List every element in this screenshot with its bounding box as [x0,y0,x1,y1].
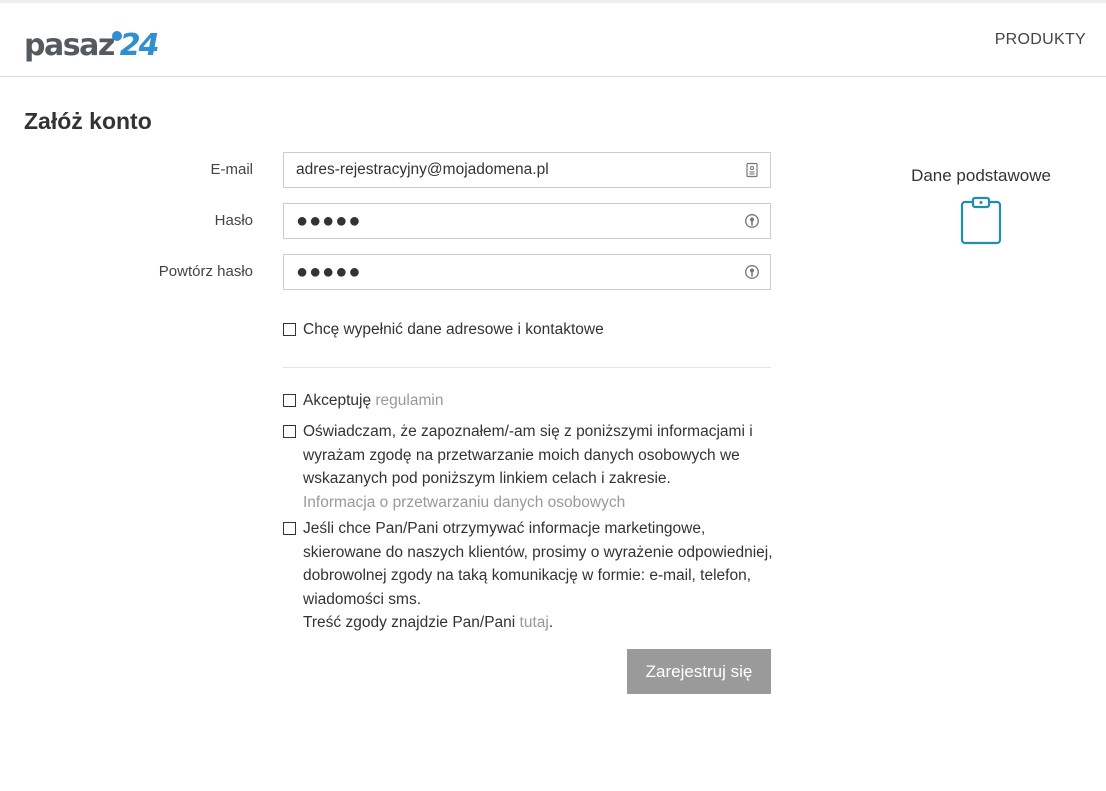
marketing-suffix-prefix: Treść zgody znajdzie Pan/Pani [303,614,520,631]
marketing-checkbox-label: Jeśli chce Pan/Pani otrzymywać informacj… [283,517,773,635]
password-field[interactable] [284,204,770,238]
privacy-checkbox-label: Oświadczam, że zapoznałem/-am się z poni… [283,420,773,514]
password-key-icon[interactable] [744,213,760,229]
divider [283,367,771,368]
address-checkbox-row: Chcę wypełnić dane adresowe i kontaktowe [283,318,773,342]
terms-prefix: Akceptuję [303,392,376,409]
repeat-password-row: Powtórz hasło [0,254,780,290]
logo-number: 24 [119,28,160,63]
password-row: Hasło [0,203,780,239]
sidebar-title: Dane podstawowe [911,166,1051,185]
address-checkbox[interactable] [283,323,296,336]
email-field-wrap [283,152,771,188]
marketing-checkbox[interactable] [283,522,296,535]
email-field[interactable] [284,153,770,187]
repeat-password-label: Powtórz hasło [158,263,253,280]
marketing-checkbox-row: Jeśli chce Pan/Pani otrzymywać informacj… [283,517,773,635]
register-button[interactable]: Zarejestruj się [627,649,771,694]
email-row: E-mail [0,152,780,188]
marketing-text: Jeśli chce Pan/Pani otrzymywać informacj… [303,520,773,608]
marketing-link[interactable]: tutaj [520,614,549,631]
marketing-suffix-end: . [548,614,554,631]
repeat-password-field-wrap [283,254,771,290]
terms-checkbox-row: Akceptuję regulamin [283,389,773,413]
clipboard-icon [960,196,1002,245]
privacy-checkbox[interactable] [283,425,296,438]
site-header: pasaz 24 PRODUKTY [0,3,1106,77]
password-label: Hasło [214,212,253,229]
address-checkbox-label: Chcę wypełnić dane adresowe i kontaktowe [303,321,604,338]
contact-card-icon [746,162,758,178]
privacy-checkbox-row: Oświadczam, że zapoznałem/-am się z poni… [283,420,773,514]
terms-link[interactable]: regulamin [375,392,443,409]
privacy-text: Oświadczam, że zapoznałem/-am się z poni… [303,423,753,487]
password-field-wrap [283,203,771,239]
page-title: Załóż konto [24,108,152,134]
terms-checkbox[interactable] [283,394,296,407]
nav-produkty[interactable]: PRODUKTY [995,31,1086,49]
terms-checkbox-label: Akceptuję regulamin [283,389,773,413]
password-key-icon[interactable] [744,264,760,280]
pasaz24-logo[interactable]: pasaz 24 [24,23,160,63]
repeat-password-field[interactable] [284,255,770,289]
email-label: E-mail [210,161,253,178]
logo-text: pasaz [24,28,115,63]
privacy-info-link[interactable]: Informacja o przetwarzaniu danych osobow… [303,494,625,511]
